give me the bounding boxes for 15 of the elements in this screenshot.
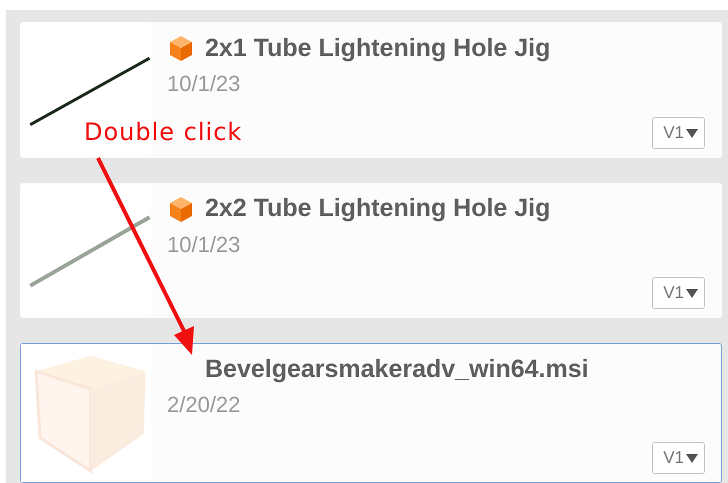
caret-icon bbox=[686, 288, 698, 298]
file-title: 2x2 Tube Lightening Hole Jig bbox=[205, 194, 550, 224]
version-dropdown[interactable]: V1 bbox=[652, 277, 705, 310]
caret-icon bbox=[686, 128, 698, 138]
file-date: 2/20/22 bbox=[167, 392, 240, 418]
file-title: Bevelgearsmakeradv_win64.msi bbox=[205, 354, 589, 384]
file-date: 10/1/23 bbox=[167, 71, 240, 97]
file-date: 10/1/23 bbox=[167, 232, 240, 258]
annotation-label: Double click bbox=[84, 118, 242, 146]
version-dropdown[interactable]: V1 bbox=[652, 116, 705, 149]
caret-icon bbox=[686, 453, 698, 463]
file-card[interactable]: Bevelgearsmakeradv_win64.msi 2/20/22 V1 bbox=[20, 343, 722, 483]
version-dropdown[interactable]: V1 bbox=[652, 442, 705, 474]
file-card[interactable]: 2x2 Tube Lightening Hole Jig 10/1/23 V1 bbox=[20, 182, 722, 318]
file-title: 2x1 Tube Lightening Hole Jig bbox=[205, 34, 550, 62]
